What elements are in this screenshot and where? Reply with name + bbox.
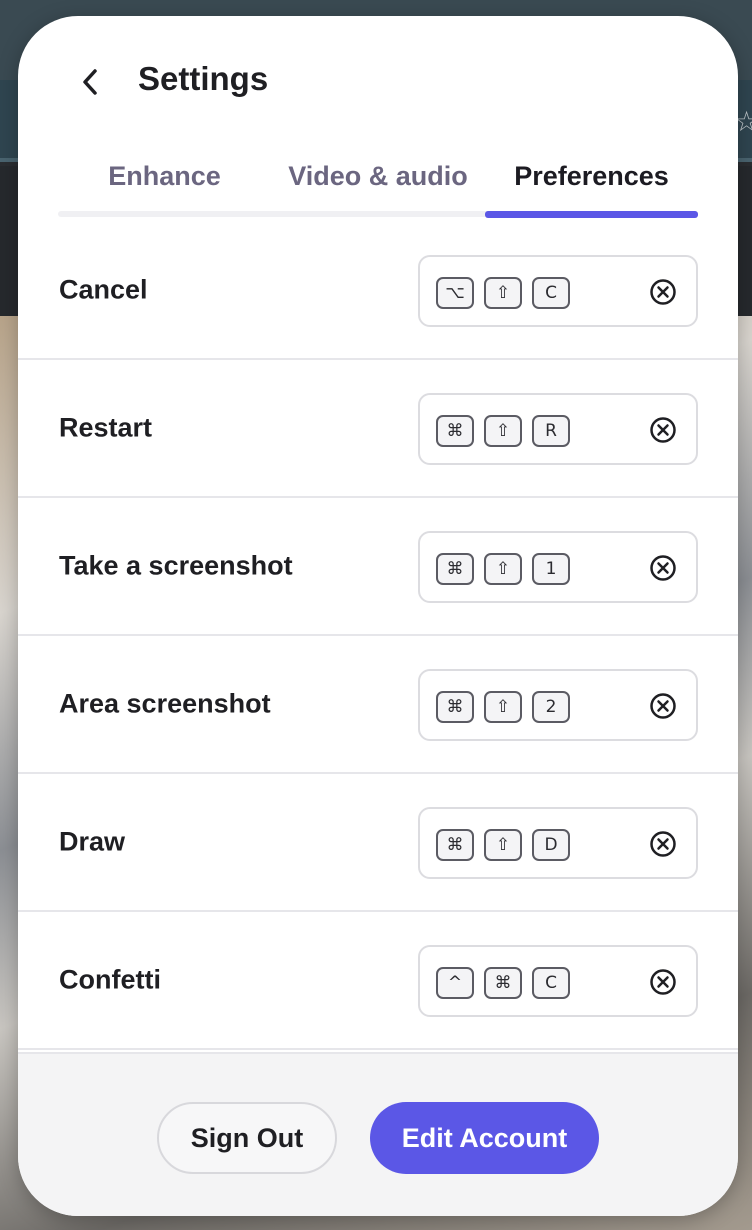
tab-preferences[interactable]: Preferences: [485, 146, 698, 206]
clear-shortcut-button[interactable]: [648, 967, 678, 997]
shortcut-field[interactable]: ⌘ ⇧ D: [418, 807, 698, 879]
close-circle-icon: [650, 279, 676, 305]
settings-header: Settings: [18, 16, 738, 146]
shortcut-field[interactable]: ⌥ ⇧ C: [418, 255, 698, 327]
shortcut-field[interactable]: ^ ⌘ C: [418, 945, 698, 1017]
control-key: ^: [436, 967, 474, 999]
letter-key: C: [532, 967, 570, 999]
command-key: ⌘: [436, 691, 474, 723]
shortcut-label: Area screenshot: [59, 688, 271, 719]
shortcut-label: Restart: [59, 412, 153, 443]
close-circle-icon: [650, 969, 676, 995]
clear-shortcut-button[interactable]: [648, 691, 678, 721]
letter-key: C: [532, 277, 570, 309]
key-combo: ^ ⌘ C: [436, 967, 570, 999]
command-key: ⌘: [436, 415, 474, 447]
key-combo: ⌥ ⇧ C: [436, 277, 570, 309]
shortcut-row-draw: Draw ⌘ ⇧ D: [18, 774, 738, 912]
shortcut-label: Cancel: [59, 274, 148, 305]
clear-shortcut-button[interactable]: [648, 829, 678, 859]
settings-panel: Settings Enhance Video & audio Preferenc…: [18, 16, 738, 1216]
shift-key: ⇧: [484, 415, 522, 447]
shortcut-label: Confetti: [59, 964, 161, 995]
shortcut-field[interactable]: ⌘ ⇧ 1: [418, 531, 698, 603]
shortcut-field[interactable]: ⌘ ⇧ 2: [418, 669, 698, 741]
shift-key: ⇧: [484, 277, 522, 309]
close-circle-icon: [650, 693, 676, 719]
command-key: ⌘: [436, 553, 474, 585]
tab-enhance[interactable]: Enhance: [58, 146, 271, 206]
clear-shortcut-button[interactable]: [648, 277, 678, 307]
page-title: Settings: [138, 60, 269, 97]
shortcut-row-confetti: Confetti ^ ⌘ C: [18, 912, 738, 1050]
close-circle-icon: [650, 831, 676, 857]
key-combo: ⌘ ⇧ D: [436, 829, 570, 861]
back-button[interactable]: [70, 62, 110, 102]
shortcut-row-cancel: Cancel ⌥ ⇧ C: [18, 222, 738, 360]
tab-video-audio[interactable]: Video & audio: [271, 146, 485, 206]
letter-key: R: [532, 415, 570, 447]
command-key: ⌘: [484, 967, 522, 999]
digit-key: 1: [532, 553, 570, 585]
shortcut-field[interactable]: ⌘ ⇧ R: [418, 393, 698, 465]
letter-key: D: [532, 829, 570, 861]
shift-key: ⇧: [484, 829, 522, 861]
sign-out-button[interactable]: Sign Out: [157, 1102, 337, 1174]
digit-key: 2: [532, 691, 570, 723]
command-key: ⌘: [436, 829, 474, 861]
shortcut-row-take-screenshot: Take a screenshot ⌘ ⇧ 1: [18, 498, 738, 636]
shortcut-row-area-screenshot: Area screenshot ⌘ ⇧ 2: [18, 636, 738, 774]
edit-account-button[interactable]: Edit Account: [370, 1102, 599, 1174]
shortcut-label: Draw: [59, 826, 126, 857]
clear-shortcut-button[interactable]: [648, 415, 678, 445]
shift-key: ⇧: [484, 553, 522, 585]
close-circle-icon: [650, 417, 676, 443]
close-circle-icon: [650, 555, 676, 581]
settings-tabs: Enhance Video & audio Preferences: [58, 146, 698, 220]
settings-footer: Sign Out Edit Account: [18, 1052, 738, 1216]
key-combo: ⌘ ⇧ 2: [436, 691, 570, 723]
option-key: ⌥: [436, 277, 474, 309]
clear-shortcut-button[interactable]: [648, 553, 678, 583]
tab-active-indicator: [485, 211, 698, 218]
chevron-left-icon: [83, 69, 97, 95]
key-combo: ⌘ ⇧ 1: [436, 553, 570, 585]
key-combo: ⌘ ⇧ R: [436, 415, 570, 447]
shift-key: ⇧: [484, 691, 522, 723]
shortcut-label: Take a screenshot: [59, 550, 293, 581]
shortcut-row-restart: Restart ⌘ ⇧ R: [18, 360, 738, 498]
